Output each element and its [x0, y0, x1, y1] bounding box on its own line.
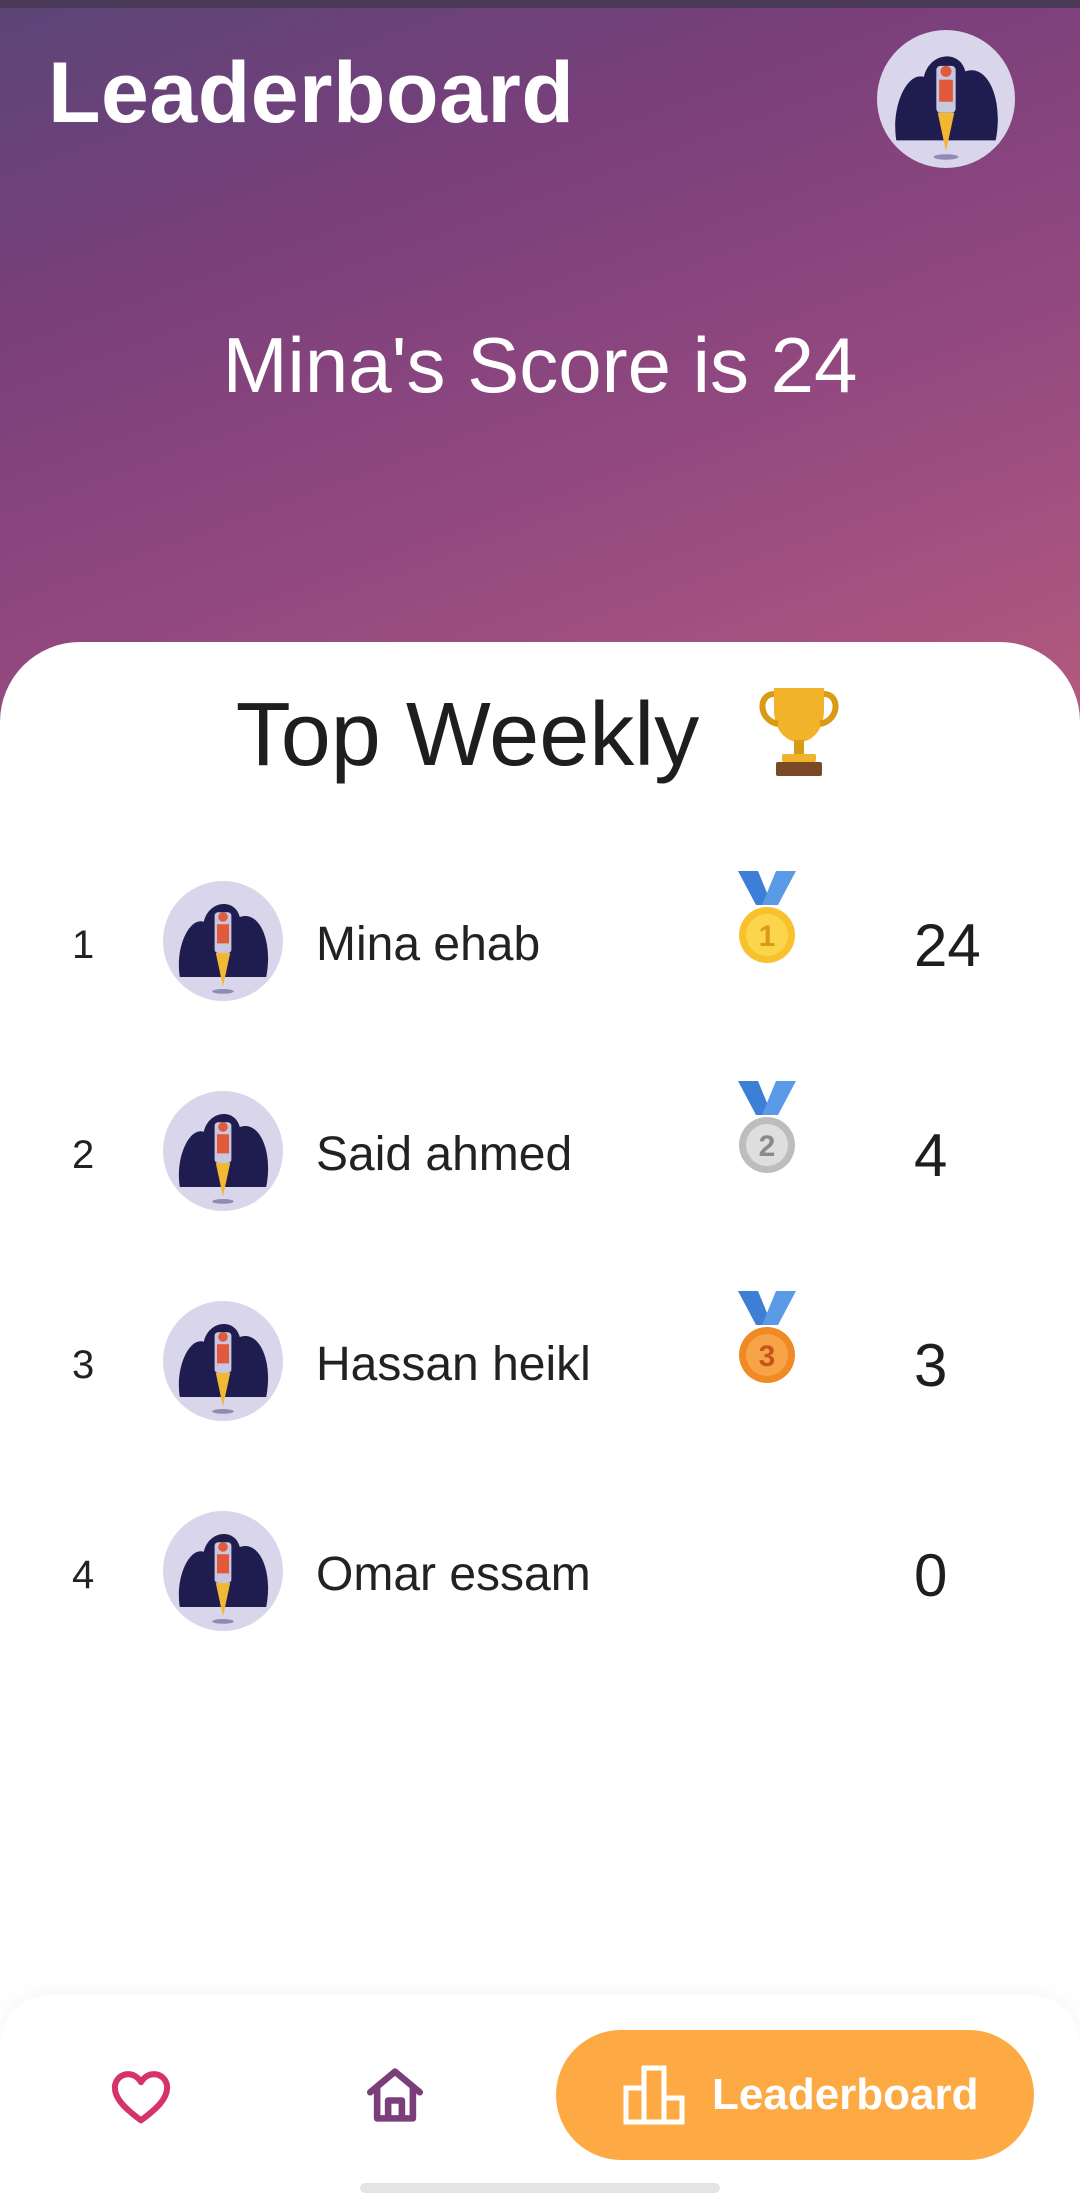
heart-icon — [111, 2071, 171, 2124]
player-score: 24 — [914, 912, 981, 979]
player-score: 0 — [914, 1542, 948, 1609]
rocket-avatar-icon — [178, 1323, 269, 1414]
rocket-avatar-icon — [178, 903, 269, 994]
leaderboard-title: Top Weekly — [0, 680, 1080, 802]
rank-number: 3 — [72, 1343, 95, 1387]
player-score: 4 — [914, 1122, 948, 1189]
gesture-bar[interactable] — [360, 2183, 720, 2193]
player-name: Mina ehab — [316, 918, 541, 971]
list-item[interactable]: 4 Omar essam 0 — [0, 1509, 1080, 1639]
bronze-medal-icon: 3 — [732, 1291, 802, 1391]
gold-medal-icon: 1 — [732, 871, 802, 971]
rank-number: 4 — [72, 1553, 95, 1597]
svg-text:1: 1 — [759, 920, 776, 953]
leaderboard-icon — [622, 2064, 686, 2126]
player-score: 3 — [914, 1332, 948, 1399]
avatar — [163, 881, 283, 1001]
avatar — [163, 1301, 283, 1421]
nav-leaderboard-label: Leaderboard — [712, 2070, 979, 2119]
silver-medal-icon: 2 — [732, 1081, 802, 1181]
profile-avatar[interactable] — [877, 30, 1015, 168]
player-name: Hassan heikl — [316, 1338, 591, 1391]
rank-number: 2 — [72, 1133, 95, 1177]
rocket-avatar-icon — [178, 1533, 269, 1624]
svg-text:3: 3 — [759, 1340, 776, 1373]
nav-favorites-button[interactable] — [108, 2064, 174, 2130]
leaderboard-title-text: Top Weekly — [235, 684, 700, 785]
user-score-text: Mina's Score is 24 — [222, 321, 858, 409]
avatar — [163, 1511, 283, 1631]
nav-home-button[interactable] — [362, 2062, 428, 2128]
player-name: Omar essam — [316, 1548, 591, 1601]
rocket-avatar-icon — [895, 56, 998, 160]
rocket-avatar-icon — [178, 1113, 269, 1204]
header-banner: Leaderboard Mina's Score is 24 — [0, 0, 1080, 720]
list-item[interactable]: 1 Mina ehab 1 24 — [0, 871, 1080, 1009]
trophy-icon — [754, 680, 844, 802]
rank-number: 1 — [72, 923, 95, 967]
list-item[interactable]: 3 Hassan heikl 3 3 — [0, 1291, 1080, 1429]
status-strip — [0, 0, 1080, 8]
nav-leaderboard-button[interactable]: Leaderboard — [556, 2030, 1034, 2160]
list-item[interactable]: 2 Said ahmed 2 4 — [0, 1081, 1080, 1219]
page-title: Leaderboard — [48, 45, 575, 141]
home-icon — [366, 2068, 424, 2122]
avatar — [163, 1091, 283, 1211]
player-name: Said ahmed — [316, 1128, 573, 1181]
svg-text:2: 2 — [759, 1130, 776, 1163]
